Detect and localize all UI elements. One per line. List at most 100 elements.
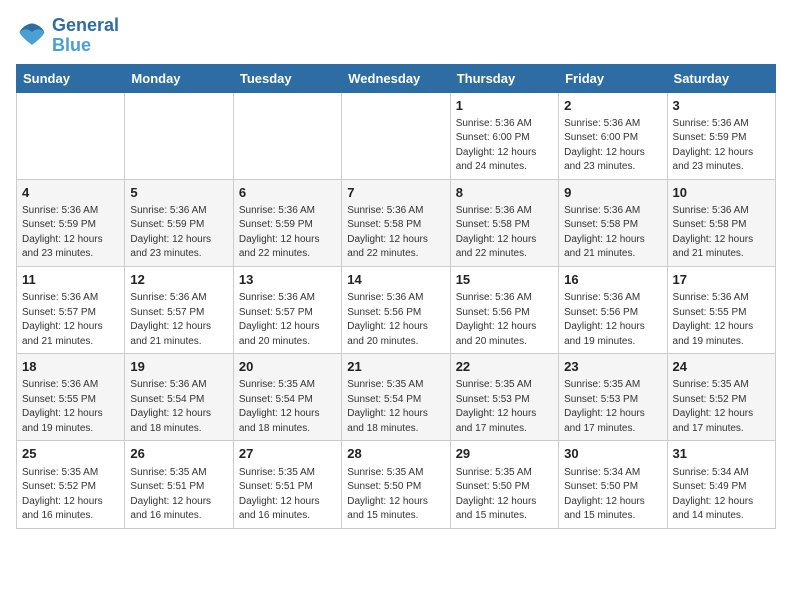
cell-content: Sunrise: 5:35 AM Sunset: 5:54 PM Dayligh…: [239, 378, 336, 436]
calendar-cell: 9 Sunrise: 5:36 AM Sunset: 5:58 PM Daylig…: [559, 179, 667, 266]
calendar-cell: 16 Sunrise: 5:36 AM Sunset: 5:56 PM Dayli…: [559, 266, 667, 353]
day-number: 23: [564, 358, 661, 376]
day-number: 26: [130, 445, 227, 463]
calendar-cell: 15 Sunrise: 5:36 AM Sunset: 5:56 PM Dayli…: [450, 266, 558, 353]
day-number: 9: [564, 184, 661, 202]
calendar-cell: [342, 92, 450, 179]
day-number: 2: [564, 97, 661, 115]
calendar-cell: 11 Sunrise: 5:36 AM Sunset: 5:57 PM Dayli…: [17, 266, 125, 353]
header-cell-sunday: Sunday: [17, 64, 125, 92]
logo: General Blue: [16, 16, 119, 56]
cell-content: Sunrise: 5:36 AM Sunset: 5:55 PM Dayligh…: [22, 378, 119, 436]
day-number: 3: [673, 97, 770, 115]
header-cell-monday: Monday: [125, 64, 233, 92]
cell-content: Sunrise: 5:35 AM Sunset: 5:54 PM Dayligh…: [347, 378, 444, 436]
calendar-cell: 17 Sunrise: 5:36 AM Sunset: 5:55 PM Dayli…: [667, 266, 775, 353]
week-row-4: 18 Sunrise: 5:36 AM Sunset: 5:55 PM Dayli…: [17, 354, 776, 441]
day-number: 16: [564, 271, 661, 289]
cell-content: Sunrise: 5:36 AM Sunset: 5:56 PM Dayligh…: [347, 291, 444, 349]
cell-content: Sunrise: 5:36 AM Sunset: 6:00 PM Dayligh…: [564, 117, 661, 175]
calendar-cell: 21 Sunrise: 5:35 AM Sunset: 5:54 PM Dayli…: [342, 354, 450, 441]
cell-content: Sunrise: 5:36 AM Sunset: 5:57 PM Dayligh…: [239, 291, 336, 349]
cell-content: Sunrise: 5:35 AM Sunset: 5:52 PM Dayligh…: [673, 378, 770, 436]
calendar-cell: 25 Sunrise: 5:35 AM Sunset: 5:52 PM Dayli…: [17, 441, 125, 528]
header-row: SundayMondayTuesdayWednesdayThursdayFrid…: [17, 64, 776, 92]
day-number: 18: [22, 358, 119, 376]
calendar-cell: 18 Sunrise: 5:36 AM Sunset: 5:55 PM Dayli…: [17, 354, 125, 441]
cell-content: Sunrise: 5:36 AM Sunset: 5:59 PM Dayligh…: [673, 117, 770, 175]
calendar-cell: [233, 92, 341, 179]
day-number: 22: [456, 358, 553, 376]
cell-content: Sunrise: 5:35 AM Sunset: 5:51 PM Dayligh…: [239, 466, 336, 524]
cell-content: Sunrise: 5:36 AM Sunset: 5:56 PM Dayligh…: [564, 291, 661, 349]
cell-content: Sunrise: 5:36 AM Sunset: 5:59 PM Dayligh…: [22, 204, 119, 262]
calendar-cell: 7Sunrise: 5:36 AM Sunset: 5:58 PM Daylig…: [342, 179, 450, 266]
day-number: 24: [673, 358, 770, 376]
calendar-cell: 20 Sunrise: 5:35 AM Sunset: 5:54 PM Dayli…: [233, 354, 341, 441]
cell-content: Sunrise: 5:35 AM Sunset: 5:53 PM Dayligh…: [456, 378, 553, 436]
calendar-cell: 10 Sunrise: 5:36 AM Sunset: 5:58 PM Dayli…: [667, 179, 775, 266]
day-number: 27: [239, 445, 336, 463]
calendar-cell: 22 Sunrise: 5:35 AM Sunset: 5:53 PM Dayli…: [450, 354, 558, 441]
day-number: 4: [22, 184, 119, 202]
calendar-cell: 28 Sunrise: 5:35 AM Sunset: 5:50 PM Dayli…: [342, 441, 450, 528]
cell-content: Sunrise: 5:36 AM Sunset: 6:00 PM Dayligh…: [456, 117, 553, 175]
calendar-cell: 30 Sunrise: 5:34 AM Sunset: 5:50 PM Dayli…: [559, 441, 667, 528]
week-row-5: 25 Sunrise: 5:35 AM Sunset: 5:52 PM Dayli…: [17, 441, 776, 528]
header-cell-wednesday: Wednesday: [342, 64, 450, 92]
day-number: 29: [456, 445, 553, 463]
day-number: 17: [673, 271, 770, 289]
day-number: 15: [456, 271, 553, 289]
calendar-cell: 29 Sunrise: 5:35 AM Sunset: 5:50 PM Dayli…: [450, 441, 558, 528]
calendar-cell: 23 Sunrise: 5:35 AM Sunset: 5:53 PM Dayli…: [559, 354, 667, 441]
logo-icon: [16, 20, 48, 52]
page-header: General Blue: [16, 16, 776, 56]
calendar-cell: 24 Sunrise: 5:35 AM Sunset: 5:52 PM Dayli…: [667, 354, 775, 441]
day-number: 28: [347, 445, 444, 463]
cell-content: Sunrise: 5:36 AM Sunset: 5:58 PM Dayligh…: [347, 204, 444, 262]
cell-content: Sunrise: 5:36 AM Sunset: 5:58 PM Dayligh…: [673, 204, 770, 262]
day-number: 12: [130, 271, 227, 289]
day-number: 30: [564, 445, 661, 463]
cell-content: Sunrise: 5:35 AM Sunset: 5:50 PM Dayligh…: [456, 466, 553, 524]
cell-content: Sunrise: 5:35 AM Sunset: 5:53 PM Dayligh…: [564, 378, 661, 436]
cell-content: Sunrise: 5:36 AM Sunset: 5:57 PM Dayligh…: [22, 291, 119, 349]
header-cell-saturday: Saturday: [667, 64, 775, 92]
calendar-cell: 3 Sunrise: 5:36 AM Sunset: 5:59 PM Daylig…: [667, 92, 775, 179]
week-row-3: 11 Sunrise: 5:36 AM Sunset: 5:57 PM Dayli…: [17, 266, 776, 353]
cell-content: Sunrise: 5:34 AM Sunset: 5:50 PM Dayligh…: [564, 466, 661, 524]
day-number: 20: [239, 358, 336, 376]
cell-content: Sunrise: 5:35 AM Sunset: 5:50 PM Dayligh…: [347, 466, 444, 524]
day-number: 5: [130, 184, 227, 202]
cell-content: Sunrise: 5:36 AM Sunset: 5:55 PM Dayligh…: [673, 291, 770, 349]
calendar-cell: 5Sunrise: 5:36 AM Sunset: 5:59 PM Daylig…: [125, 179, 233, 266]
day-number: 11: [22, 271, 119, 289]
day-number: 25: [22, 445, 119, 463]
calendar-cell: 6 Sunrise: 5:36 AM Sunset: 5:59 PM Daylig…: [233, 179, 341, 266]
calendar-cell: 27 Sunrise: 5:35 AM Sunset: 5:51 PM Dayli…: [233, 441, 341, 528]
calendar-cell: 19 Sunrise: 5:36 AM Sunset: 5:54 PM Dayli…: [125, 354, 233, 441]
cell-content: Sunrise: 5:35 AM Sunset: 5:52 PM Dayligh…: [22, 466, 119, 524]
day-number: 6: [239, 184, 336, 202]
day-number: 10: [673, 184, 770, 202]
day-number: 1: [456, 97, 553, 115]
cell-content: Sunrise: 5:36 AM Sunset: 5:59 PM Dayligh…: [239, 204, 336, 262]
cell-content: Sunrise: 5:36 AM Sunset: 5:58 PM Dayligh…: [456, 204, 553, 262]
calendar-cell: 12Sunrise: 5:36 AM Sunset: 5:57 PM Dayli…: [125, 266, 233, 353]
day-number: 31: [673, 445, 770, 463]
day-number: 8: [456, 184, 553, 202]
cell-content: Sunrise: 5:36 AM Sunset: 5:58 PM Dayligh…: [564, 204, 661, 262]
calendar-cell: 4 Sunrise: 5:36 AM Sunset: 5:59 PM Daylig…: [17, 179, 125, 266]
day-number: 19: [130, 358, 227, 376]
cell-content: Sunrise: 5:36 AM Sunset: 5:56 PM Dayligh…: [456, 291, 553, 349]
day-number: 14: [347, 271, 444, 289]
logo-text: General Blue: [52, 16, 119, 56]
calendar-cell: 14 Sunrise: 5:36 AM Sunset: 5:56 PM Dayli…: [342, 266, 450, 353]
calendar-cell: 2 Sunrise: 5:36 AM Sunset: 6:00 PM Daylig…: [559, 92, 667, 179]
cell-content: Sunrise: 5:36 AM Sunset: 5:54 PM Dayligh…: [130, 378, 227, 436]
calendar-cell: 8 Sunrise: 5:36 AM Sunset: 5:58 PM Daylig…: [450, 179, 558, 266]
week-row-2: 4 Sunrise: 5:36 AM Sunset: 5:59 PM Daylig…: [17, 179, 776, 266]
header-cell-friday: Friday: [559, 64, 667, 92]
day-number: 21: [347, 358, 444, 376]
calendar-cell: 26Sunrise: 5:35 AM Sunset: 5:51 PM Dayli…: [125, 441, 233, 528]
